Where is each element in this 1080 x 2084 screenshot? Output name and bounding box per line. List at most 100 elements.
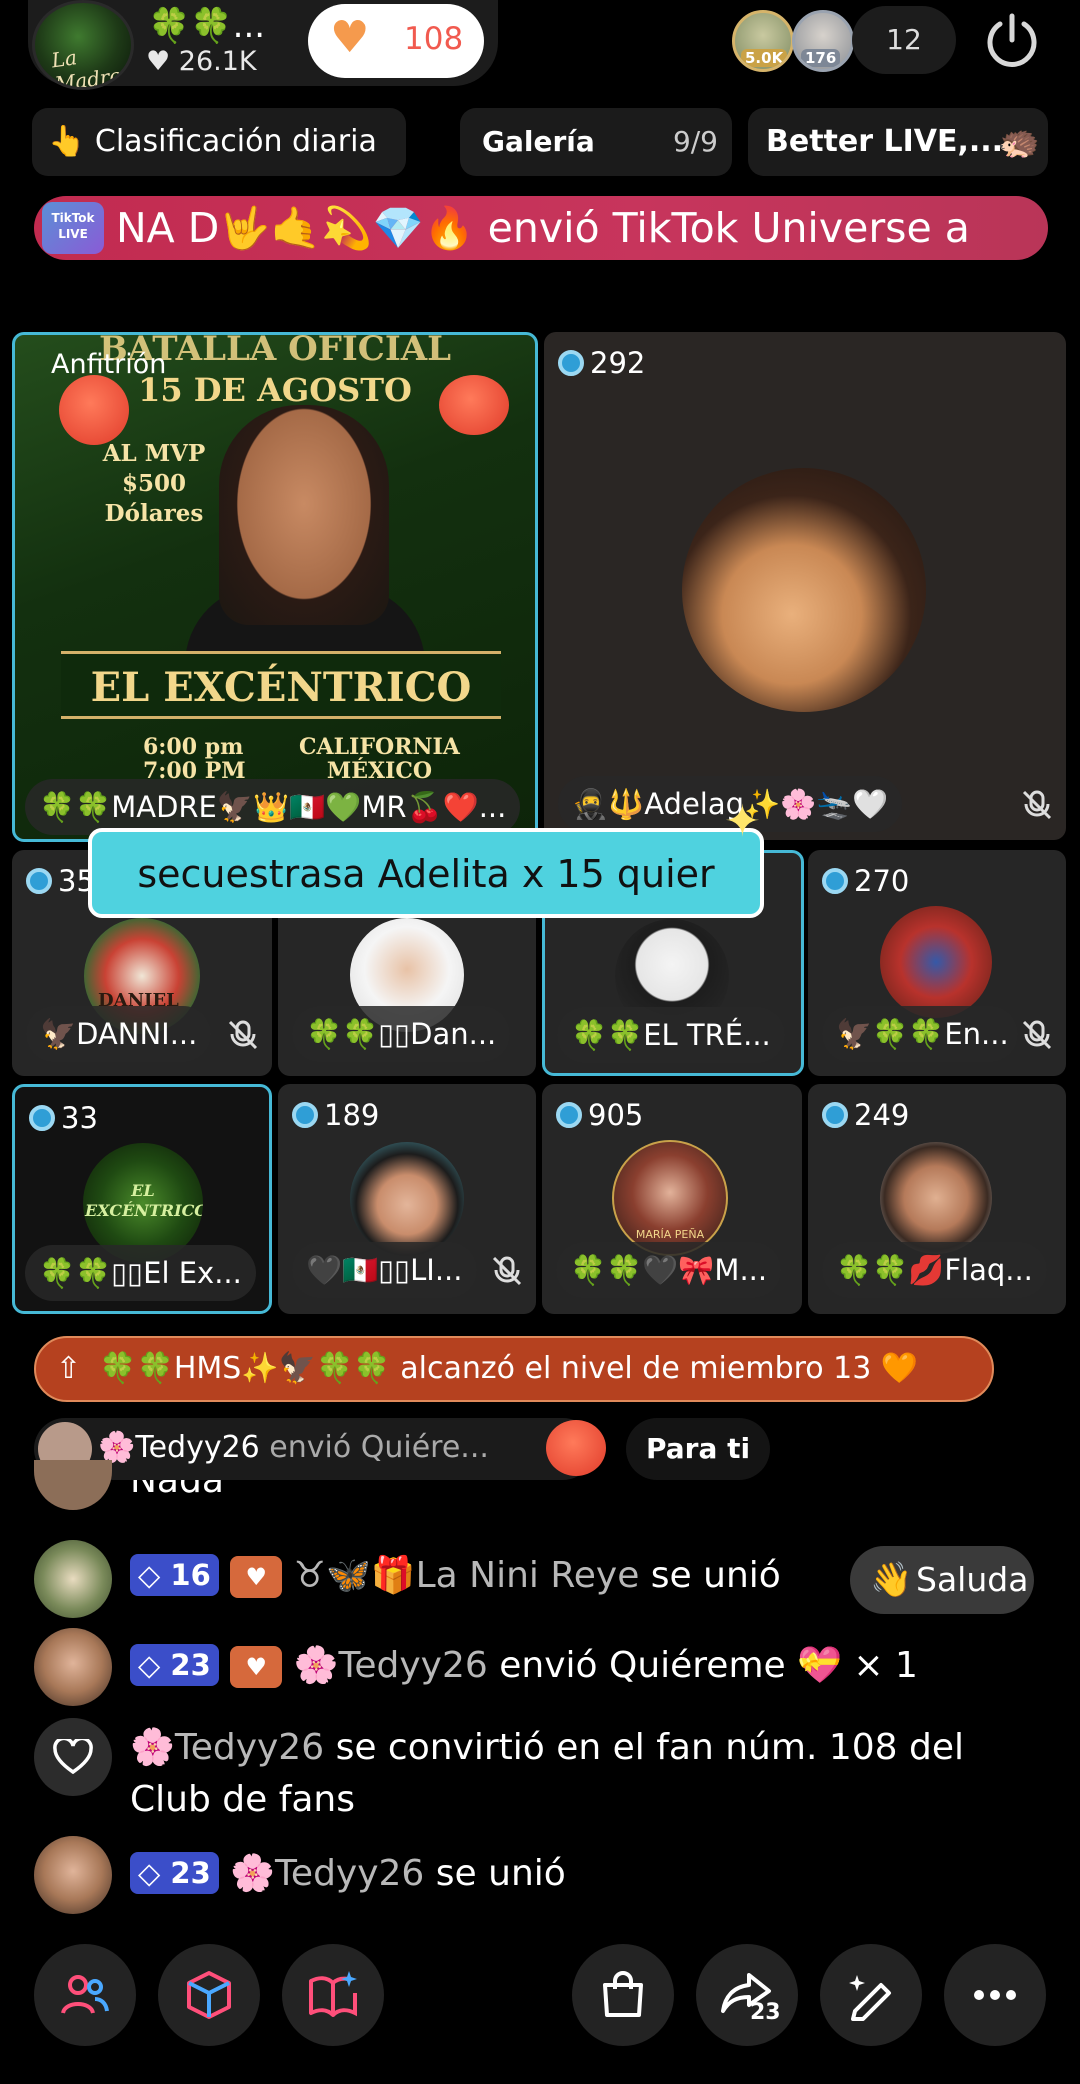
guest-name-pill[interactable]: 🍀🍀🖤🎀M... — [556, 1242, 782, 1298]
guest-name-pill[interactable]: 🦅🍀🍀En... — [822, 1006, 1018, 1062]
mic-off-icon — [228, 1020, 258, 1050]
guest-tile-5[interactable]: 33 EL EXCÉNTRICO 🍀🍀▯▯El Ex... — [12, 1084, 272, 1314]
diamond-icon — [822, 868, 848, 894]
host-face — [219, 405, 389, 625]
power-icon[interactable] — [980, 8, 1044, 72]
chat-avatar[interactable] — [34, 1540, 112, 1618]
diamond-icon — [29, 1105, 55, 1131]
guest-tile-7[interactable]: 905 MARÍA PEÑA 🍀🍀🖤🎀M... — [542, 1084, 802, 1314]
top-viewer-avatar-2[interactable]: 176 — [792, 10, 854, 72]
host-name[interactable]: 🍀🍀... — [148, 6, 265, 46]
book-sparkle-icon — [309, 1971, 357, 2017]
guest-name-pill[interactable]: 🦅DANNI... — [26, 1006, 212, 1062]
guest-score: 292 — [558, 346, 645, 380]
share-count: 23 — [750, 2000, 781, 2025]
chat-row-gift: ◇ 23 ♥ 🌸Tedyy26 envió Quiéreme 💝 × 1 — [130, 1644, 918, 1688]
chat-row-fan: 🌸Tedyy26 se convirtió en el fan núm. 108… — [130, 1722, 964, 1826]
more-icon — [974, 1990, 1016, 2000]
guest-name-pill[interactable]: 🍀🍀EL TRÉ... — [557, 1007, 785, 1063]
wave-icon: 👋 — [870, 1560, 913, 1600]
fan-club-button[interactable]: ♥ 108 — [308, 4, 484, 78]
chat-avatar[interactable] — [34, 1628, 112, 1706]
sonic-icon: 🦔 — [997, 122, 1040, 162]
chat-action: se unió — [424, 1853, 566, 1894]
diamond-icon — [556, 1102, 582, 1128]
guest-tile-4[interactable]: 270 🦅🍀🍀En... — [808, 850, 1066, 1076]
chat-username[interactable]: 🌸Tedyy26 — [294, 1645, 488, 1686]
poster-main-title: EL EXCÉNTRICO — [61, 651, 501, 719]
enhance-button[interactable] — [820, 1944, 922, 2046]
poster-location: CALIFORNIA MÉXICO — [299, 734, 460, 784]
guest-score: 189 — [292, 1098, 379, 1132]
comment-text: secuestrasa Adelita x 15 quier — [137, 852, 715, 896]
gallery-count: 9/9 — [672, 125, 718, 158]
heart-icon: ♥ — [330, 12, 370, 63]
chat-avatar[interactable] — [34, 1836, 112, 1914]
banner-text: NA D🤟🤙💫💎🔥 envió TikTok Universe a — [116, 204, 970, 252]
guest-name-pill[interactable]: 🍀🍀💋Flaq... — [822, 1242, 1047, 1298]
chat-avatar — [34, 1460, 112, 1510]
guest-video-tile[interactable]: 292 🥷🔱Adelag✨🌸🛬🤍 — [544, 332, 1066, 840]
chat-username[interactable]: 🌸Tedyy26 — [230, 1853, 424, 1894]
heart-mascot-icon — [59, 375, 129, 445]
guest-tile-6[interactable]: 189 🖤🇲🇽▯▯LI... — [278, 1084, 536, 1314]
guest-avatar — [880, 1142, 992, 1254]
cube-icon — [187, 1971, 231, 2019]
diamond-icon — [292, 1102, 318, 1128]
gift-ticker[interactable]: 🌸Tedyy26 envió Quiére... — [34, 1418, 606, 1480]
viewer-badge: 5.0K — [741, 49, 788, 67]
diamond-icon — [558, 350, 584, 376]
poster-mvp: AL MVP $500 Dólares — [102, 440, 206, 527]
para-ti-button[interactable]: Para ti — [626, 1418, 771, 1480]
shopping-bag-icon — [603, 1971, 643, 2017]
saluda-label: Saluda — [916, 1560, 1029, 1599]
host-name-pill[interactable]: 🍀🍀MADRE🦅👑🇲🇽💚MR🍒❤️... — [25, 779, 521, 835]
guests-button[interactable] — [34, 1944, 136, 2046]
mic-off-icon — [1022, 1020, 1052, 1050]
share-button[interactable]: 23 — [696, 1944, 798, 2046]
guest-score: 905 — [556, 1098, 643, 1132]
guest-name-pill[interactable]: 🍀🍀▯▯El Ex... — [25, 1245, 256, 1301]
fan-badge: ♥ — [230, 1556, 283, 1598]
gift-text: 🌸Tedyy26 envió Quiére... — [98, 1430, 489, 1465]
viewer-count[interactable]: 12 — [852, 6, 956, 74]
top-viewer-avatar-1[interactable]: 5.0K — [732, 10, 794, 72]
daily-ranking-chip[interactable]: 👆 Clasificación diaria — [32, 108, 406, 176]
magic-pen-icon — [849, 1975, 891, 2021]
guest-score: 33 — [29, 1101, 98, 1135]
heart-mascot-icon — [439, 375, 509, 435]
guest-name-pill[interactable]: 🍀🍀▯▯Dan... — [292, 1006, 511, 1062]
avatar-text: MARÍA PEÑA — [635, 1228, 705, 1241]
poster-time: 6:00 pm 7:00 PM — [143, 734, 246, 784]
level-badge: ◇ 23 — [130, 1644, 219, 1686]
arrow-up-icon: ⇧ — [56, 1351, 82, 1386]
effects-button[interactable] — [158, 1944, 260, 2046]
gallery-label: Galería — [482, 125, 595, 158]
people-icon — [61, 1975, 109, 2014]
guest-avatar — [682, 468, 926, 712]
chat-username[interactable]: ♉🦋🎁La Nini Reye — [294, 1555, 640, 1596]
guest-name-pill[interactable]: 🖤🇲🇽▯▯LI... — [292, 1242, 477, 1298]
heart-outline-icon — [53, 1739, 93, 1775]
mic-off-icon — [492, 1256, 522, 1286]
magazine-button[interactable] — [282, 1944, 384, 2046]
level-badge: ◇ 23 — [130, 1852, 219, 1894]
guest-avatar — [350, 1142, 464, 1256]
chat-username[interactable]: 🌸Tedyy26 — [130, 1727, 324, 1768]
gallery-chip[interactable]: Galería 9/9 — [460, 108, 732, 176]
host-label: Anfitrión — [51, 349, 167, 380]
host-video-tile[interactable]: BATALLA OFICIAL 15 DE AGOSTO AL MVP $500… — [12, 332, 538, 842]
chat-row-join: ◇ 16 ♥ ♉🦋🎁La Nini Reye se unió — [130, 1554, 781, 1598]
guest-tile-8[interactable]: 249 🍀🍀💋Flaq... — [808, 1084, 1066, 1314]
level-up-notification[interactable]: ⇧ 🍀🍀HMS✨🦅🍀🍀 alcanzó el nivel de miembro 1… — [34, 1336, 994, 1402]
host-avatar[interactable]: La Madre — [32, 0, 134, 90]
diamond-icon — [822, 1102, 848, 1128]
more-button[interactable] — [944, 1944, 1046, 2046]
chat-action: se unió — [639, 1555, 781, 1596]
shop-button[interactable] — [572, 1944, 674, 2046]
saluda-button[interactable]: 👋 Saluda — [850, 1546, 1034, 1614]
gift-announcement-banner[interactable]: TikTok LIVE NA D🤟🤙💫💎🔥 envió TikTok Unive… — [34, 196, 1048, 260]
chat-partial-row: Nada — [130, 1480, 224, 1501]
avatar-text: EL EXCÉNTRICO — [85, 1181, 203, 1220]
better-live-chip[interactable]: Better LIVE,... 🦔 — [748, 108, 1048, 176]
